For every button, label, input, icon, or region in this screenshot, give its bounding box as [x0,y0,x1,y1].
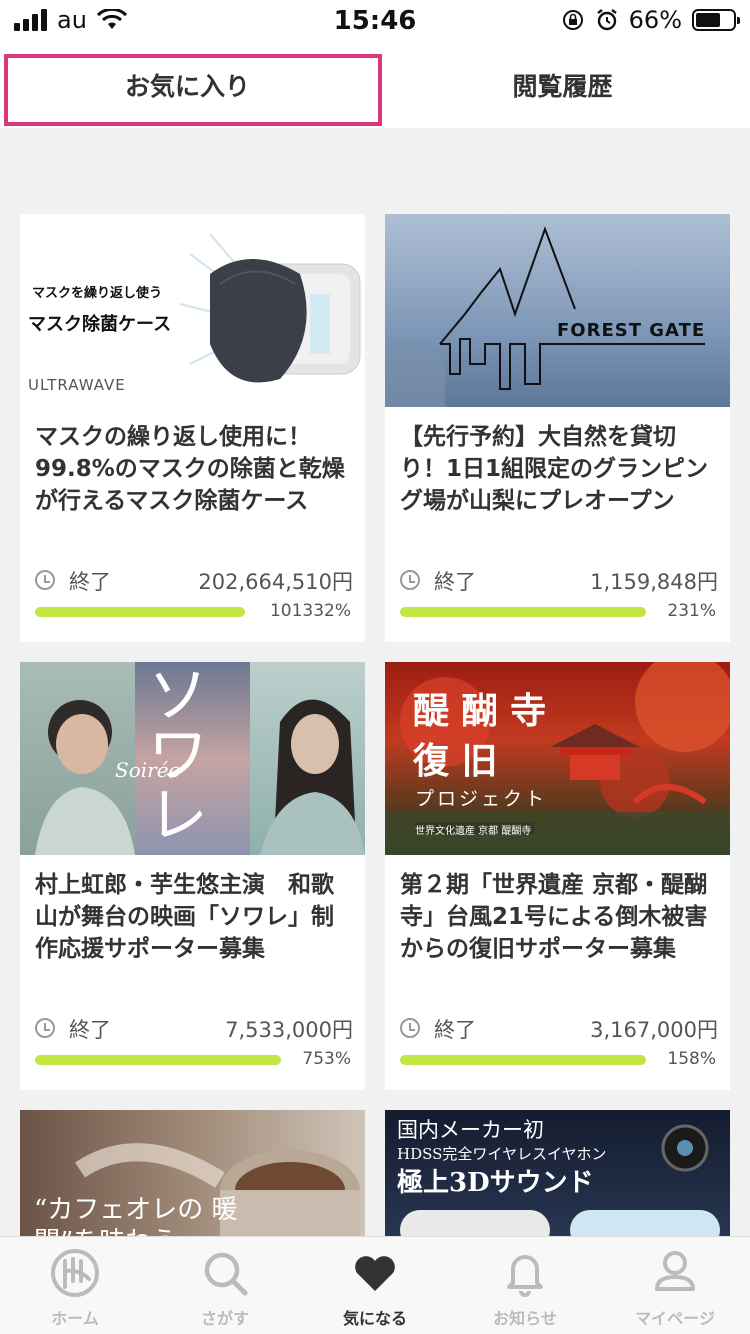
thumb-footer-text: 世界文化遺産 京都 醍醐寺 [415,826,532,837]
progress-bar [400,1055,646,1065]
thumb-heading-2: 復 旧 [413,740,498,782]
project-title: 村上虹郎・芋生悠主演 和歌山が舞台の映画「ソワレ」制作応援サポーター募集 [35,872,334,962]
user-icon [655,1251,695,1291]
project-card[interactable]: FOREST GATE 【先行予約】大自然を貸切り！1日1組限定のグランピング場… [385,214,730,642]
project-percent: 231% [667,601,716,621]
progress-fill [400,607,646,617]
tabbar-item-notifications[interactable]: お知らせ [450,1237,600,1334]
project-meta: 終了 7,533,000円 [35,1014,353,1044]
tabbar-item-favorites[interactable]: 気になる [300,1237,450,1334]
project-card[interactable]: “カフェオレの 暖闇”を味わう [20,1110,365,1236]
battery-percent: 66% [628,6,682,34]
thumb-caption-large: マスク除菌ケース [28,314,172,335]
progress-fill [35,607,245,617]
project-meta: 終了 1,159,848円 [400,566,718,596]
progress-bar [400,607,646,617]
project-title: 【先行予約】大自然を貸切り！1日1組限定のグランピング場が山梨にプレオープン [400,424,709,514]
project-meta: 終了 3,167,000円 [400,1014,718,1044]
project-meta: 終了 202,664,510円 [35,566,353,596]
tabbar-label: マイページ [635,1309,715,1328]
home-icon [51,1249,99,1297]
clock-icon [35,570,55,590]
mask-case-illustration [179,233,361,383]
rotation-lock-icon [562,10,583,30]
project-percent: 101332% [269,601,351,621]
thumb-brand: ULTRAWAVE [28,376,126,394]
thumb-caption-small: マスクを繰り返し使う [32,286,163,301]
tabbar-label: お知らせ [493,1309,557,1328]
clock-icon [35,1018,55,1038]
mountain-logo-illustration [385,226,705,407]
project-status: 終了 [434,1018,476,1042]
project-card[interactable]: 国内メーカー初 HDSS完全ワイヤレスイヤホン 極上3Dサウンド [385,1110,730,1236]
alarm-icon [596,9,617,31]
tabbar-item-search[interactable]: さがす [150,1237,300,1334]
tabbar-item-mypage[interactable]: マイページ [600,1237,750,1334]
thumb-title-large: ソワレ [148,662,208,851]
project-amount: 202,664,510円 [198,570,353,594]
tabbar-label: ホーム [51,1309,99,1328]
project-card[interactable]: 醍 醐 寺 復 旧 プロジェクト 世界文化遺産 京都 醍醐寺 第２期「世界遺産 … [385,662,730,1090]
project-thumbnail: 醍 醐 寺 復 旧 プロジェクト 世界文化遺産 京都 醍醐寺 [385,662,730,855]
thumb-subtitle: Soirée [115,758,181,782]
thumb-logo-text: FOREST GATE [557,320,706,341]
project-amount: 1,159,848円 [590,570,718,594]
tab-favorites[interactable]: お気に入り [0,42,375,128]
project-thumbnail: マスクを繰り返し使う マスク除菌ケース ULTRAWAVE [20,214,365,407]
tabbar-item-home[interactable]: ホーム [0,1237,150,1334]
battery-icon [692,9,740,31]
status-bar: au 15:46 66% [0,0,750,42]
project-card[interactable]: ソワレ Soirée 村上虹郎・芋生悠主演 和歌山が舞台の映画「ソワレ」制作応援… [20,662,365,1090]
project-status: 終了 [434,570,476,594]
thumb-heading-1: 醍 醐 寺 [413,690,547,732]
person-silhouette-right [260,699,365,855]
project-thumbnail: FOREST GATE [385,214,730,407]
segment-tabs: お気に入り 閲覧履歴 [0,42,750,128]
thumb-caption: “カフェオレの 暖闇”を味わう [34,1195,238,1236]
project-title: 第２期「世界遺産 京都・醍醐寺」台風21号による倒木被害からの復旧サポーター募集 [400,872,708,962]
thumb-heading-3: 極上3Dサウンド [397,1168,594,1198]
progress-bar [35,607,245,617]
project-thumbnail: “カフェオレの 暖闇”を味わう [20,1110,365,1236]
clock-icon [400,1018,420,1038]
project-card[interactable]: マスクを繰り返し使う マスク除菌ケース ULTRAWAVE マスクの繰り返し使用… [20,214,365,642]
progress-fill [400,1055,646,1065]
progress-fill [35,1055,281,1065]
project-percent: 753% [302,1049,351,1069]
heart-icon [355,1256,395,1291]
status-right: 66% [561,6,740,34]
thumb-heading-3: プロジェクト [415,788,548,810]
project-thumbnail: 国内メーカー初 HDSS完全ワイヤレスイヤホン 極上3Dサウンド [385,1110,730,1236]
project-amount: 3,167,000円 [590,1018,718,1042]
thumb-heading-2: HDSS完全ワイヤレスイヤホン [397,1145,607,1163]
project-thumbnail: ソワレ Soirée [20,662,365,855]
bell-icon [507,1255,543,1297]
tabbar-label: さがす [200,1309,249,1328]
project-title: マスクの繰り返し使用に！99.8%のマスクの除菌と乾燥が行えるマスク除菌ケース [35,424,345,514]
project-status: 終了 [69,1018,111,1042]
tab-history[interactable]: 閲覧履歴 [375,42,750,128]
project-amount: 7,533,000円 [225,1018,353,1042]
project-percent: 158% [667,1049,716,1069]
search-icon [204,1252,248,1296]
bottom-tab-bar: ホーム さがす 気になる お知らせ マイページ [0,1236,750,1334]
tabbar-label: 気になる [342,1309,407,1328]
project-status: 終了 [69,570,111,594]
clock-icon [400,570,420,590]
progress-bar [35,1055,281,1065]
thumb-heading-1: 国内メーカー初 [397,1118,544,1142]
